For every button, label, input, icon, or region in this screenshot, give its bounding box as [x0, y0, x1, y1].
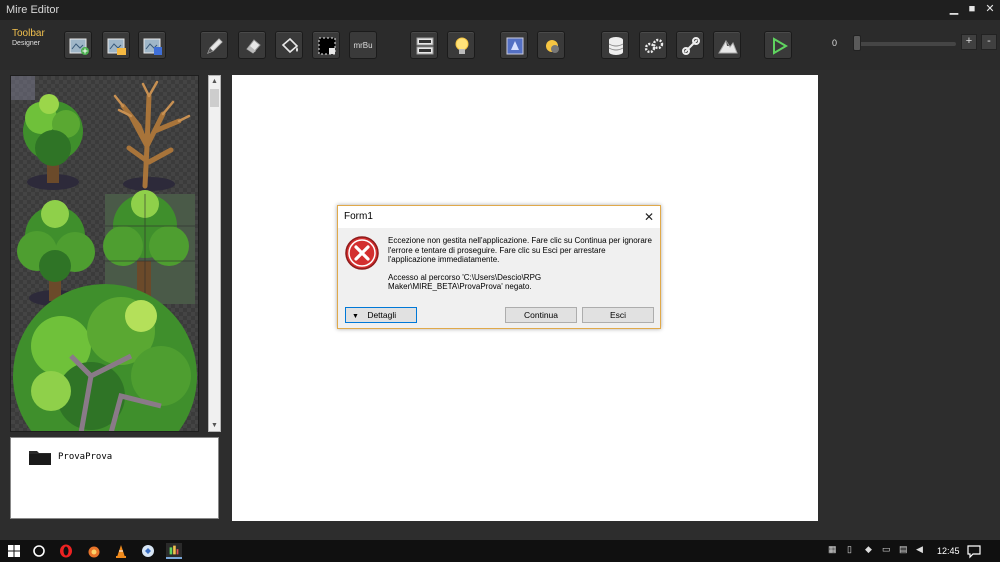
light-bulb-button[interactable]	[447, 31, 475, 59]
chevron-down-icon: ▼	[352, 313, 359, 320]
edit-map-button[interactable]	[102, 31, 130, 59]
tileset-image	[11, 76, 198, 431]
map-settings-icon	[143, 38, 162, 55]
maximize-icon[interactable]: ■	[966, 2, 978, 16]
error-dialog: Form1 ✕ Eccezione non gestita nell'appli…	[337, 205, 661, 329]
minimize-icon[interactable]: ▁	[948, 2, 960, 16]
close-icon[interactable]: ✕	[984, 2, 996, 16]
folder-icon	[29, 451, 51, 465]
project-panel: ProvaProva	[10, 437, 219, 519]
play-button[interactable]	[764, 31, 792, 59]
tile-selection-cursor	[11, 76, 35, 100]
game-app-icon[interactable]	[86, 543, 102, 559]
layers-button[interactable]	[410, 31, 438, 59]
light-bulb-icon	[455, 37, 469, 54]
sun-button[interactable]	[537, 31, 565, 59]
store-icon[interactable]: ▦	[828, 544, 837, 555]
opera-icon[interactable]	[58, 543, 74, 559]
new-map-button[interactable]	[64, 31, 92, 59]
event-button[interactable]	[500, 31, 528, 59]
volume-icon[interactable]: ◀	[916, 544, 923, 555]
event-icon	[506, 37, 524, 55]
tileset-scrollbar[interactable]: ▲ ▼	[208, 75, 221, 432]
dialog-title-bar: Form1 ✕	[338, 206, 660, 228]
zoom-in-button[interactable]: +	[961, 34, 977, 50]
selection-button[interactable]	[312, 31, 340, 59]
eraser-button[interactable]	[238, 31, 266, 59]
details-button-label: Dettagli	[367, 310, 397, 320]
terrain-icon	[718, 40, 738, 54]
security-icon[interactable]: ◆	[865, 544, 872, 555]
taskbar: ▦ ▯ ◆ ▭ ▤ ◀ 12:45	[0, 540, 1000, 562]
selection-icon	[318, 37, 336, 55]
continue-button[interactable]: Continua	[505, 307, 577, 323]
pencil-button[interactable]	[200, 31, 228, 59]
sun-icon	[546, 40, 559, 53]
terrain-button[interactable]	[713, 31, 741, 59]
title-bar: Mire Editor ▁ ■ ✕	[0, 0, 1000, 20]
fill-bucket-icon	[281, 37, 299, 54]
exit-button[interactable]: Esci	[582, 307, 654, 323]
gears-button[interactable]	[639, 31, 667, 59]
toolbar-brand: Toolbar Designer	[12, 28, 45, 48]
tileset-panel[interactable]	[10, 75, 199, 432]
new-map-icon	[69, 38, 89, 55]
dialog-message-main: Eccezione non gestita nell'applicazione.…	[388, 236, 652, 264]
gears-icon	[644, 38, 664, 54]
project-item[interactable]	[28, 448, 52, 471]
network-icon[interactable]: ▤	[899, 544, 908, 555]
error-icon	[345, 236, 379, 270]
mire-editor-taskbar-icon[interactable]	[166, 543, 182, 559]
database-icon	[608, 37, 624, 55]
brand-title: Toolbar	[12, 28, 45, 39]
search-circle-icon[interactable]	[31, 543, 47, 559]
fill-bucket-button[interactable]	[275, 31, 303, 59]
windows-start-icon[interactable]	[6, 543, 22, 559]
play-icon	[773, 37, 788, 55]
vlc-icon[interactable]	[113, 543, 129, 559]
notification-icon[interactable]	[966, 543, 982, 559]
scroll-thumb[interactable]	[210, 89, 219, 107]
window-controls: ▁ ■ ✕	[948, 2, 996, 16]
brand-subtitle: Designer	[12, 40, 41, 47]
usb-icon[interactable]: ▯	[847, 544, 852, 555]
battery-icon[interactable]: ▭	[882, 544, 891, 555]
toolbar: Toolbar Designer mrBu 0 + -	[0, 20, 1000, 70]
zoom-slider-track[interactable]	[856, 42, 956, 46]
layers-icon	[416, 37, 434, 55]
scroll-up-icon[interactable]: ▲	[209, 76, 220, 87]
browser-icon[interactable]	[140, 543, 156, 559]
mrbu-button[interactable]: mrBu	[349, 31, 377, 59]
map-settings-button[interactable]	[138, 31, 166, 59]
pencil-icon	[207, 38, 223, 54]
zoom-value: 0	[832, 38, 838, 48]
mire-editor-window: Mire Editor ▁ ■ ✕ Toolbar Designer mrBu …	[0, 0, 1000, 562]
scroll-down-icon[interactable]: ▼	[209, 420, 220, 431]
dialog-message-detail: Accesso al percorso 'C:\Users\Descio\RPG…	[388, 272, 542, 292]
window-title: Mire Editor	[6, 4, 60, 16]
zoom-slider-thumb[interactable]	[853, 35, 861, 51]
dialog-title: Form1	[344, 211, 373, 222]
eraser-icon	[246, 39, 261, 54]
link-icon	[682, 37, 700, 55]
details-button[interactable]: ▼ Dettagli	[345, 307, 417, 323]
edit-map-icon	[107, 38, 126, 55]
dialog-close-icon[interactable]: ✕	[644, 210, 654, 224]
taskbar-clock[interactable]: 12:45	[937, 546, 960, 556]
link-button[interactable]	[676, 31, 704, 59]
database-button[interactable]	[601, 31, 629, 59]
zoom-out-button[interactable]: -	[981, 34, 997, 50]
dialog-message: Eccezione non gestita nell'applicazione.…	[388, 236, 654, 292]
project-name[interactable]: ProvaProva	[58, 452, 112, 462]
